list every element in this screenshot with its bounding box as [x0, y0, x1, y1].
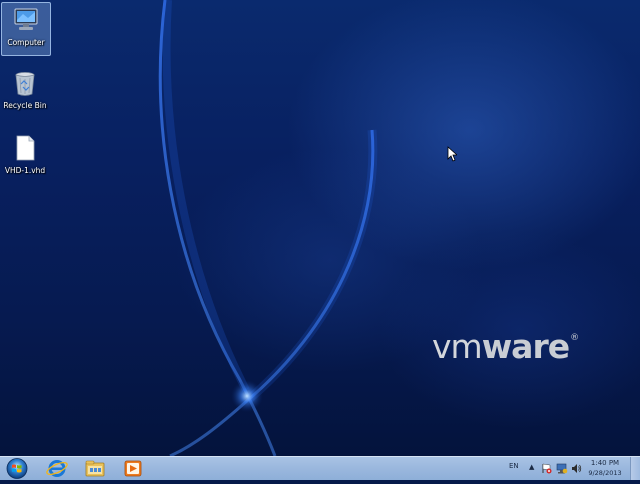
language-indicator[interactable]: EN [509, 462, 519, 470]
network-icon[interactable] [556, 463, 568, 474]
desktop-icon-recycle-bin[interactable]: Recycle Bin [1, 66, 49, 118]
vmware-logo: vmware® [432, 327, 579, 366]
desktop-icon-vhd-file[interactable]: VHD-1.vhd [1, 131, 49, 183]
file-icon [11, 134, 39, 162]
taskbar: EN ▲ 1:40 PM 9/28/2013 [0, 456, 640, 480]
desktop-icon-label: Computer [7, 38, 45, 47]
taskbar-internet-explorer[interactable] [41, 458, 73, 479]
internet-explorer-icon [46, 460, 68, 477]
windows-explorer-icon [85, 460, 105, 477]
desktop-icon-computer[interactable]: Computer [1, 2, 51, 56]
action-center-flag-icon[interactable] [541, 463, 552, 474]
volume-icon[interactable] [571, 463, 582, 474]
taskbar-media-player[interactable] [117, 458, 149, 479]
windows-media-player-icon [124, 460, 142, 477]
taskbar-windows-explorer[interactable] [79, 458, 111, 479]
start-button[interactable] [3, 457, 31, 480]
show-hidden-icons-button[interactable]: ▲ [529, 463, 534, 471]
show-desktop-button[interactable] [630, 457, 640, 480]
system-tray: EN ▲ 1:40 PM 9/28/2013 [500, 457, 640, 480]
recycle-bin-icon [11, 69, 39, 97]
desktop-background[interactable]: Computer Recycle Bin VHD-1.vhd vmware® [0, 0, 640, 456]
desktop-icon-label: Recycle Bin [3, 101, 47, 110]
wallpaper-art [158, 0, 378, 456]
clock-date[interactable]: 9/28/2013 [585, 469, 625, 477]
computer-icon [12, 6, 40, 34]
clock-time[interactable]: 1:40 PM [585, 459, 625, 467]
desktop-icon-label: VHD-1.vhd [4, 166, 46, 175]
mouse-cursor-icon [447, 146, 457, 162]
